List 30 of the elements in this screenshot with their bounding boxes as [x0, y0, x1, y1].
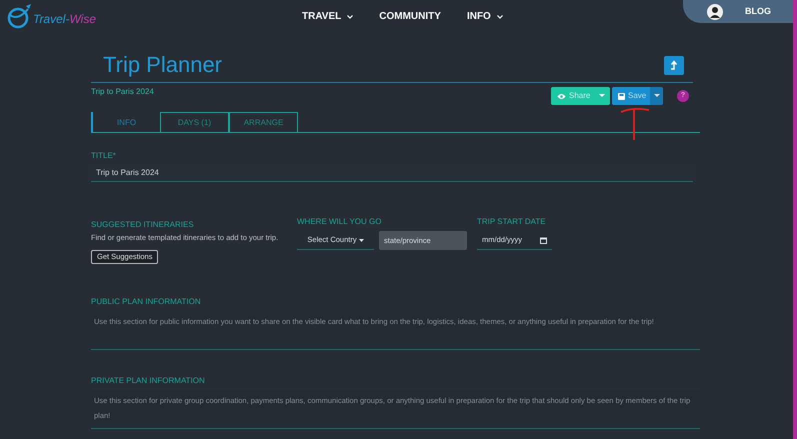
caret-icon — [654, 94, 660, 98]
eye-icon — [557, 92, 566, 100]
section-heading: PRIVATE PLAN INFORMATION — [91, 375, 206, 388]
floppy-icon — [618, 92, 625, 100]
page-title: Trip Planner — [103, 52, 222, 78]
nav-link[interactable]: TRAVEL — [302, 9, 354, 24]
field-label: WHERE WILL YOU GO — [297, 216, 382, 228]
caret-icon — [358, 238, 364, 242]
field-label: TRIP START DATE — [477, 216, 547, 228]
save-dropdown-button[interactable] — [650, 87, 663, 105]
globe-plane-icon — [6, 3, 32, 29]
blog-link[interactable]: BLOG — [745, 4, 771, 18]
section-heading: SUGGESTED ITINERARIES — [91, 219, 195, 231]
field-label: TITLE* — [91, 150, 117, 162]
upload-button[interactable] — [664, 56, 684, 74]
tab[interactable]: ARRANGE — [229, 112, 298, 133]
logo-text[interactable]: Travel- — [33, 10, 70, 28]
avatar-icon — [707, 4, 723, 20]
section-heading: PUBLIC PLAN INFORMATION — [91, 296, 202, 308]
calendar-icon — [540, 236, 547, 244]
chevron-down-icon — [496, 14, 503, 18]
trip-name: Trip to Paris 2024 — [91, 86, 155, 98]
nav-link[interactable]: COMMUNITY — [379, 9, 441, 24]
tab[interactable]: DAYS (1) — [160, 112, 229, 133]
arrow-up-icon — [670, 60, 678, 70]
nav-link[interactable]: INFO — [466, 9, 503, 24]
tab[interactable]: INFO — [91, 112, 160, 133]
caret-icon — [599, 94, 605, 98]
chevron-down-icon — [347, 14, 354, 18]
blog-tab[interactable]: BLOG — [683, 0, 793, 23]
